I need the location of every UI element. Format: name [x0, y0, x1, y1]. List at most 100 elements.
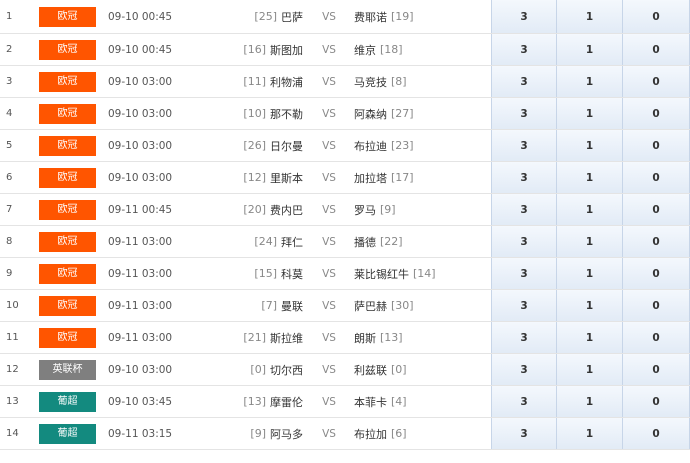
odds-home-win[interactable]: 3 — [491, 322, 557, 353]
match-row: 6 欧冠 09-10 03:00 [12] 里斯本 VS 加拉塔 [17] 3 1 0 — [0, 162, 690, 194]
home-team-name[interactable]: 拜仁 — [281, 234, 303, 250]
odds-home-win[interactable]: 3 — [491, 290, 557, 321]
home-team-name[interactable]: 斯图加 — [270, 42, 303, 58]
vs-label: VS — [322, 43, 336, 56]
league-badge[interactable]: 欧冠 — [39, 167, 96, 188]
odds-draw[interactable]: 1 — [557, 0, 623, 33]
home-team: [16] 斯图加 — [190, 34, 303, 65]
odds-draw[interactable]: 1 — [557, 162, 623, 193]
league-badge[interactable]: 葡超 — [39, 391, 96, 412]
home-team-name[interactable]: 曼联 — [281, 298, 303, 314]
odds-away-win[interactable]: 0 — [623, 0, 690, 33]
odds-home-win[interactable]: 3 — [491, 0, 557, 33]
odds-home-win[interactable]: 3 — [491, 34, 557, 65]
home-team-name[interactable]: 切尔西 — [270, 362, 303, 378]
odds-draw[interactable]: 1 — [557, 258, 623, 289]
league-badge[interactable]: 欧冠 — [39, 135, 96, 156]
away-team-name[interactable]: 布拉迪 — [354, 138, 387, 154]
league-badge[interactable]: 欧冠 — [39, 103, 96, 124]
odds-draw[interactable]: 1 — [557, 226, 623, 257]
home-team-name[interactable]: 利物浦 — [270, 74, 303, 90]
home-team: [10] 那不勒 — [190, 98, 303, 129]
odds-away-win[interactable]: 0 — [623, 194, 690, 225]
odds-home-win[interactable]: 3 — [491, 418, 557, 449]
home-team-name[interactable]: 巴萨 — [281, 9, 303, 25]
odds-draw[interactable]: 1 — [557, 34, 623, 65]
match-row: 10 欧冠 09-11 03:00 [7] 曼联 VS 萨巴赫 [30] 3 1 0 — [0, 290, 690, 322]
odds-draw[interactable]: 1 — [557, 130, 623, 161]
league-badge[interactable]: 欧冠 — [39, 6, 96, 27]
league-badge[interactable]: 欧冠 — [39, 295, 96, 316]
league-badge[interactable]: 欧冠 — [39, 263, 96, 284]
odds-away-win[interactable]: 0 — [623, 290, 690, 321]
away-team-name[interactable]: 本菲卡 — [354, 394, 387, 410]
odds-home-win[interactable]: 3 — [491, 130, 557, 161]
odds-away-win[interactable]: 0 — [623, 130, 690, 161]
odds-home-win[interactable]: 3 — [491, 194, 557, 225]
away-team-name[interactable]: 朗斯 — [354, 330, 376, 346]
odds-away-win[interactable]: 0 — [623, 386, 690, 417]
odds-draw[interactable]: 1 — [557, 66, 623, 97]
row-index: 5 — [6, 140, 13, 151]
odds-home-win[interactable]: 3 — [491, 226, 557, 257]
away-team-name[interactable]: 布拉加 — [354, 426, 387, 442]
away-team: 萨巴赫 [30] — [354, 290, 490, 321]
odds-away-win[interactable]: 0 — [623, 34, 690, 65]
home-team-name[interactable]: 日尔曼 — [270, 138, 303, 154]
odds-away-win[interactable]: 0 — [623, 162, 690, 193]
away-team: 布拉迪 [23] — [354, 130, 490, 161]
away-team-name[interactable]: 莱比锡红牛 — [354, 266, 409, 282]
away-team-name[interactable]: 播德 — [354, 234, 376, 250]
league-badge[interactable]: 欧冠 — [39, 327, 96, 348]
home-team-name[interactable]: 科莫 — [281, 266, 303, 282]
home-team: [13] 摩雷伦 — [190, 386, 303, 417]
odds-home-win[interactable]: 3 — [491, 386, 557, 417]
odds-home-win[interactable]: 3 — [491, 66, 557, 97]
home-team-name[interactable]: 斯拉维 — [270, 330, 303, 346]
odds-draw[interactable]: 1 — [557, 322, 623, 353]
odds-draw[interactable]: 1 — [557, 290, 623, 321]
home-team-name[interactable]: 阿马多 — [270, 426, 303, 442]
odds-away-win[interactable]: 0 — [623, 66, 690, 97]
odds-draw[interactable]: 1 — [557, 418, 623, 449]
league-cell: 欧冠 — [39, 322, 96, 353]
row-index: 12 — [6, 364, 19, 375]
odds-home-win[interactable]: 3 — [491, 258, 557, 289]
match-row: 11 欧冠 09-11 03:00 [21] 斯拉维 VS 朗斯 [13] 3 1 0 — [0, 322, 690, 354]
odds-away-win[interactable]: 0 — [623, 354, 690, 385]
away-team-name[interactable]: 萨巴赫 — [354, 298, 387, 314]
league-badge[interactable]: 欧冠 — [39, 39, 96, 60]
league-badge[interactable]: 英联杯 — [39, 359, 96, 380]
odds-draw[interactable]: 1 — [557, 98, 623, 129]
odds-home-win[interactable]: 3 — [491, 354, 557, 385]
odds-away-win[interactable]: 0 — [623, 418, 690, 449]
odds-home-win[interactable]: 3 — [491, 162, 557, 193]
away-team-name[interactable]: 维京 — [354, 42, 376, 58]
home-team-name[interactable]: 那不勒 — [270, 106, 303, 122]
row-index: 13 — [6, 396, 19, 407]
home-rank: [24] — [254, 235, 277, 248]
vs-label: VS — [322, 427, 336, 440]
odds-draw[interactable]: 1 — [557, 194, 623, 225]
away-team-name[interactable]: 加拉塔 — [354, 170, 387, 186]
league-badge[interactable]: 欧冠 — [39, 199, 96, 220]
away-team-name[interactable]: 利兹联 — [354, 362, 387, 378]
odds-away-win[interactable]: 0 — [623, 258, 690, 289]
home-team-name[interactable]: 里斯本 — [270, 170, 303, 186]
odds-draw[interactable]: 1 — [557, 354, 623, 385]
away-team-name[interactable]: 费耶诺 — [354, 9, 387, 25]
odds-away-win[interactable]: 0 — [623, 98, 690, 129]
league-badge[interactable]: 欧冠 — [39, 71, 96, 92]
away-team-name[interactable]: 阿森纳 — [354, 106, 387, 122]
odds-away-win[interactable]: 0 — [623, 322, 690, 353]
row-index: 9 — [6, 268, 13, 279]
away-team-name[interactable]: 罗马 — [354, 202, 376, 218]
home-team-name[interactable]: 费内巴 — [270, 202, 303, 218]
home-team-name[interactable]: 摩雷伦 — [270, 394, 303, 410]
away-team-name[interactable]: 马竞技 — [354, 74, 387, 90]
league-badge[interactable]: 欧冠 — [39, 231, 96, 252]
league-badge[interactable]: 葡超 — [39, 423, 96, 444]
odds-home-win[interactable]: 3 — [491, 98, 557, 129]
odds-away-win[interactable]: 0 — [623, 226, 690, 257]
odds-draw[interactable]: 1 — [557, 386, 623, 417]
